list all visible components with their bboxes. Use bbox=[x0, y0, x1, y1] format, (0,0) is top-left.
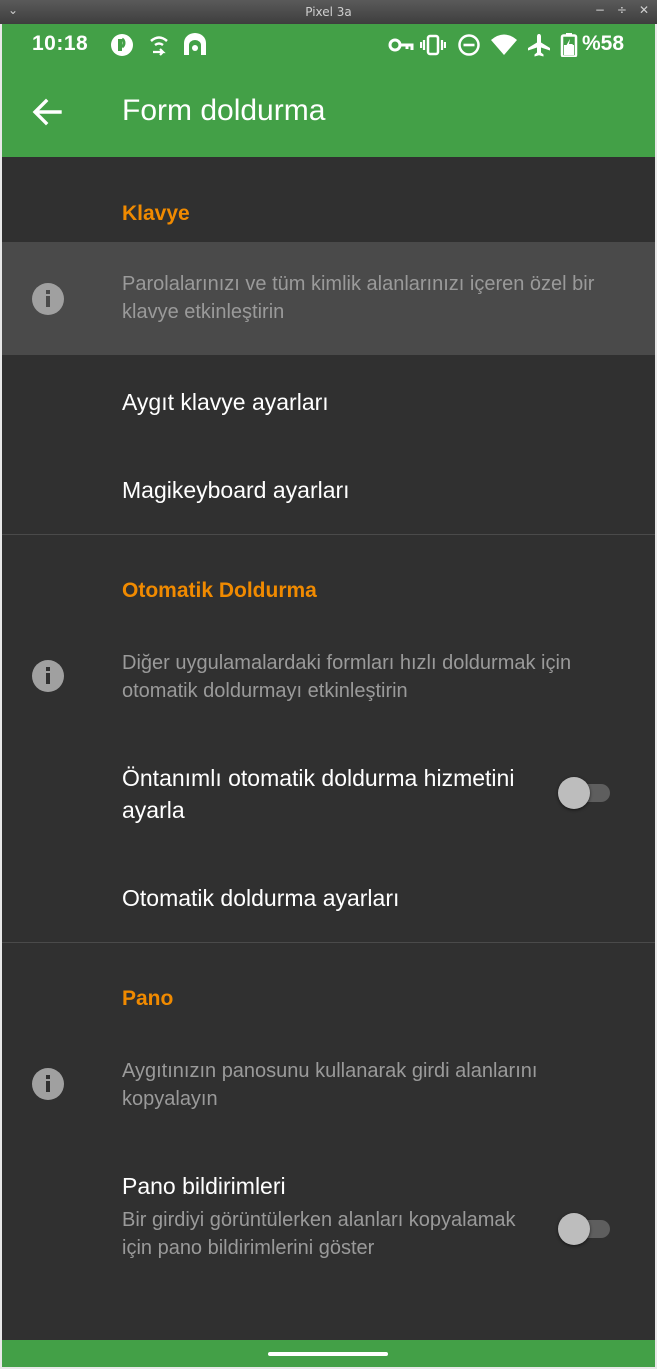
toggle-thumb bbox=[558, 1213, 590, 1245]
wifi-icon bbox=[491, 34, 517, 55]
info-icon bbox=[32, 1068, 64, 1100]
section-header-keyboard: Klavye bbox=[122, 202, 190, 225]
device-keyboard-settings[interactable]: Aygıt klavye ayarları bbox=[122, 386, 329, 418]
section-header-autofill: Otomatik Doldurma bbox=[122, 579, 317, 602]
clipboard-info-text: Aygıtınızın panosunu kullanarak girdi al… bbox=[122, 1060, 538, 1110]
airplane-icon bbox=[528, 34, 550, 57]
app-bar: Form doldurma bbox=[2, 64, 655, 157]
do-not-disturb-icon bbox=[458, 34, 480, 56]
clipboard-notifications-title[interactable]: Pano bildirimleri bbox=[122, 1170, 286, 1202]
data-saver-icon bbox=[150, 36, 168, 56]
section-header-clipboard: Pano bbox=[122, 987, 174, 1010]
minimize-icon[interactable]: − bbox=[595, 3, 605, 17]
info-icon bbox=[32, 283, 64, 315]
device-screen: 10:18 %58 Form doldurma Klavye Parolalar… bbox=[2, 24, 655, 1367]
battery-percentage: %58 bbox=[582, 32, 625, 55]
privacy-icon bbox=[184, 33, 206, 55]
status-time: 10:18 bbox=[32, 32, 89, 55]
navigation-bar bbox=[2, 1340, 655, 1367]
emulator-title-bar: ⌄ Pixel 3a − ÷ ✕ bbox=[0, 0, 657, 24]
info-icon bbox=[32, 660, 64, 692]
app-badge-icon bbox=[111, 34, 133, 56]
autofill-info-text: Diğer uygulamalardaki formları hızlı dol… bbox=[122, 652, 572, 702]
vpn-key-icon bbox=[388, 38, 414, 52]
magikeyboard-settings[interactable]: Magikeyboard ayarları bbox=[122, 474, 350, 506]
default-autofill-service[interactable]: Öntanımlı otomatik doldurma hizmetini ay… bbox=[122, 762, 522, 826]
maximize-icon[interactable]: ÷ bbox=[617, 3, 627, 17]
vibrate-icon bbox=[420, 34, 446, 56]
clipboard-notifications-summary: Bir girdiyi görüntülerken alanları kopya… bbox=[122, 1209, 516, 1259]
status-bar: 10:18 %58 bbox=[2, 24, 655, 64]
section-divider bbox=[2, 534, 655, 535]
section-divider bbox=[2, 942, 655, 943]
keyboard-info-row[interactable]: Parolalarınızı ve tüm kimlik alanlarınız… bbox=[2, 242, 655, 355]
clipboard-notifications-toggle[interactable] bbox=[558, 1212, 612, 1245]
autofill-settings[interactable]: Otomatik doldurma ayarları bbox=[122, 882, 399, 914]
page-title: Form doldurma bbox=[122, 94, 326, 127]
toggle-thumb bbox=[558, 777, 590, 809]
battery-icon bbox=[560, 33, 578, 57]
close-icon[interactable]: ✕ bbox=[639, 3, 649, 17]
keyboard-info-text: Parolalarınızı ve tüm kimlik alanlarınız… bbox=[122, 273, 595, 323]
gesture-handle[interactable] bbox=[268, 1352, 388, 1356]
back-arrow-icon[interactable] bbox=[32, 98, 62, 126]
default-autofill-toggle[interactable] bbox=[558, 776, 612, 809]
window-title: Pixel 3a bbox=[305, 5, 352, 19]
